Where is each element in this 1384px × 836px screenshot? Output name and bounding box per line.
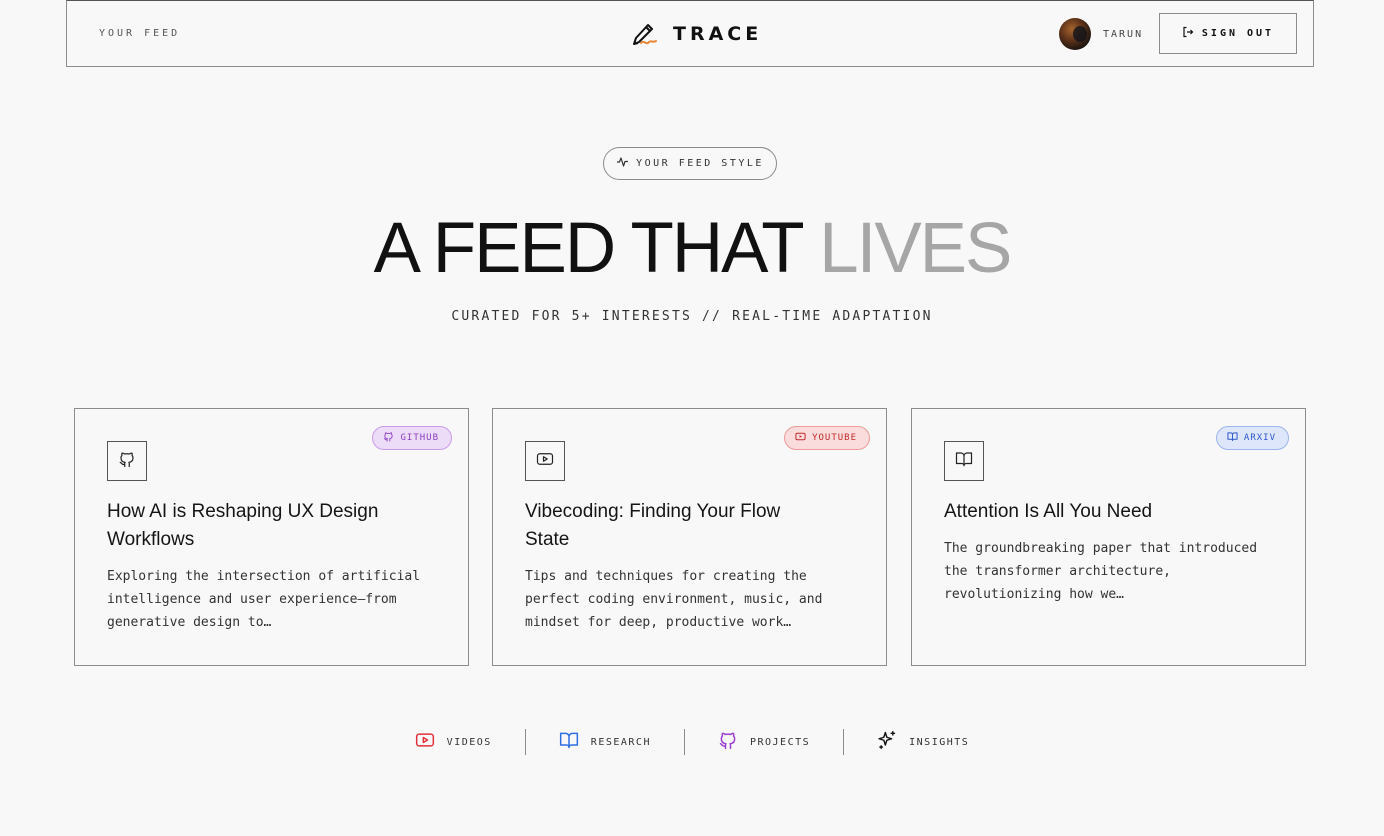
github-icon [718, 730, 738, 755]
headline-light: LIVES [819, 209, 1012, 288]
avatar[interactable] [1059, 18, 1091, 50]
feed-card[interactable]: GITHUB How AI is Reshaping UX Design Wor… [74, 408, 469, 666]
card-description: The groundbreaking paper that introduced… [944, 541, 1258, 602]
card-title[interactable]: Vibecoding: Finding Your Flow State [525, 498, 805, 554]
github-icon [118, 450, 136, 473]
category-label: INSIGHTS [909, 736, 970, 748]
card-icon-box [525, 441, 565, 481]
brand-logo[interactable]: TRACE [629, 19, 762, 49]
card-icon-box [107, 441, 147, 481]
sparkles-icon [877, 730, 897, 755]
category-label: PROJECTS [749, 736, 811, 748]
category-projects[interactable]: PROJECTS [685, 728, 843, 756]
youtube-icon [536, 450, 554, 473]
hero-headline: A FEED THAT LIVES [0, 208, 1384, 290]
user-name: TARUN [1103, 28, 1144, 40]
sign-out-icon [1182, 25, 1194, 43]
category-insights[interactable]: INSIGHTS [844, 728, 1002, 756]
book-icon [1227, 431, 1238, 445]
user-profile[interactable]: TARUN [1059, 18, 1143, 50]
sign-out-button[interactable]: SIGN OUT [1159, 13, 1297, 54]
sign-out-label: SIGN OUT [1201, 28, 1275, 39]
card-icon-box [944, 441, 984, 481]
github-icon [383, 431, 394, 445]
category-research[interactable]: RESEARCH [526, 728, 684, 756]
brand-name: TRACE [673, 23, 763, 45]
feed-style-label: YOUR FEED STYLE [636, 158, 764, 169]
category-label: VIDEOS [446, 736, 492, 748]
youtube-icon [795, 431, 806, 445]
youtube-icon [415, 730, 435, 755]
book-icon [559, 730, 579, 755]
source-badge: YOUTUBE [784, 426, 870, 450]
badge-label: GITHUB [400, 433, 439, 443]
card-description: Exploring the intersection of artificial… [107, 569, 421, 630]
badge-label: YOUTUBE [812, 433, 857, 443]
feed-card[interactable]: YOUTUBE Vibecoding: Finding Your Flow St… [492, 408, 887, 666]
hero-subhead: CURATED FOR 5+ INTERESTS // REAL-TIME AD… [451, 309, 933, 324]
headline-dark: A FEED THAT [373, 209, 804, 288]
badge-label: ARXIV [1243, 433, 1276, 443]
feed-style-pill[interactable]: YOUR FEED STYLE [603, 147, 777, 180]
feed-card[interactable]: ARXIV Attention Is All You Need The grou… [911, 408, 1306, 666]
category-label: RESEARCH [590, 736, 651, 748]
top-nav-bar: YOUR FEED TRACE TARUN SIGN OUT [66, 0, 1314, 67]
pen-icon [629, 19, 659, 49]
source-badge: ARXIV [1215, 426, 1289, 450]
category-videos[interactable]: VIDEOS [382, 728, 525, 756]
category-filter-row: VIDEOS RESEARCH PROJECTS INSIGHTS [0, 728, 1384, 756]
book-icon [955, 450, 973, 473]
card-description: Tips and techniques for creating the per… [525, 569, 823, 630]
card-title[interactable]: Attention Is All You Need [944, 498, 1284, 526]
activity-icon [616, 155, 629, 173]
card-title[interactable]: How AI is Reshaping UX Design Workflows [107, 498, 387, 554]
source-badge: GITHUB [372, 426, 452, 450]
feed-nav-label[interactable]: YOUR FEED [99, 28, 180, 39]
